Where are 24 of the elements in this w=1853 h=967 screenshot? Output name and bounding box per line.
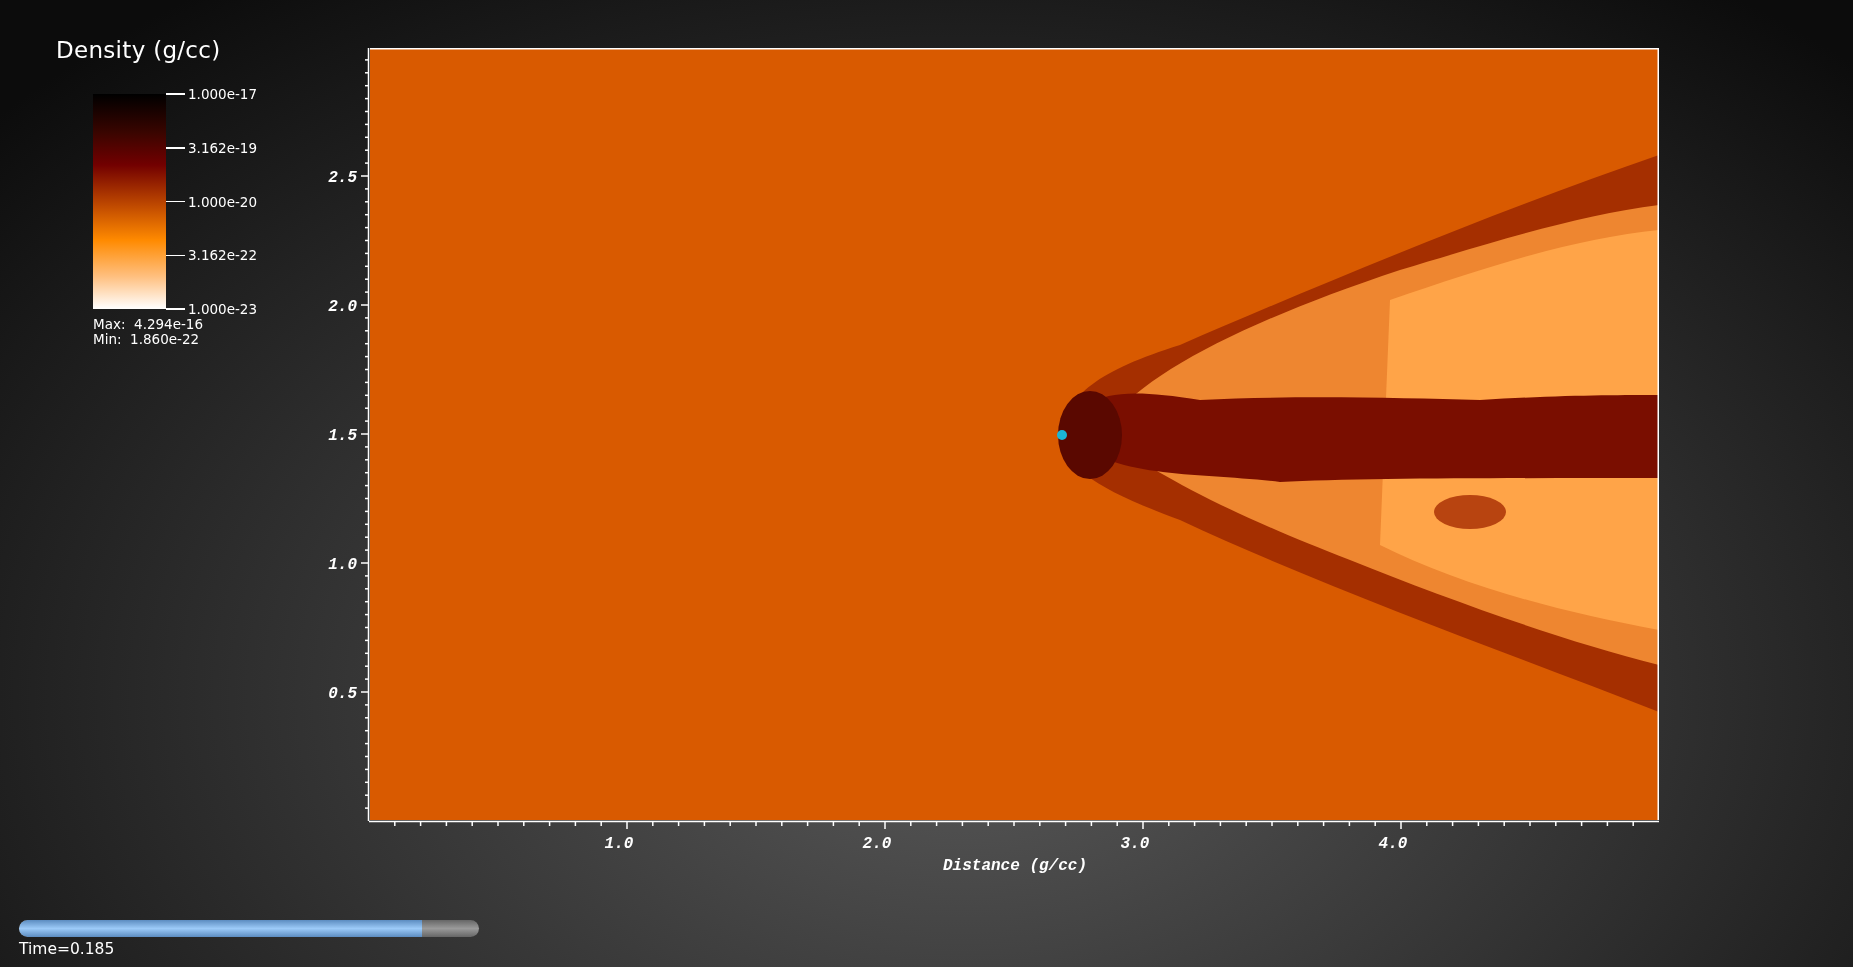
tick-label: 3.162e-19 [188, 139, 257, 156]
tick-label: 2.0 [328, 298, 357, 316]
legend-title: Density (g/cc) [56, 36, 222, 64]
tick-label: 1.0 [328, 556, 357, 574]
tick-mark [166, 93, 185, 95]
tick-mark [166, 254, 185, 256]
tick-label: 1.000e-20 [188, 193, 257, 210]
tick-label: 2.5 [328, 169, 357, 187]
tick-label: 1.5 [328, 427, 357, 445]
tick-mark [166, 308, 185, 310]
time-label: Time=0.185 [19, 940, 116, 958]
legend-min: Min: 1.860e-22 [93, 332, 201, 347]
tick-label: 1.000e-23 [188, 301, 257, 317]
tick-mark [166, 147, 185, 149]
tick-label: 3.0 [1120, 835, 1150, 853]
tick-label: 1.000e-17 [188, 86, 257, 102]
legend-max: Max: 4.294e-16 [93, 317, 205, 332]
tick-label: 3.162e-22 [188, 247, 257, 264]
tick-mark [166, 200, 185, 203]
axis-title: Distance (g/cc) [943, 857, 1087, 875]
tick-label: 0.5 [328, 685, 357, 703]
tick-label: 1.0 [604, 835, 634, 853]
tick-label: 4.0 [1378, 835, 1408, 853]
tick-label: 2.0 [862, 835, 892, 853]
